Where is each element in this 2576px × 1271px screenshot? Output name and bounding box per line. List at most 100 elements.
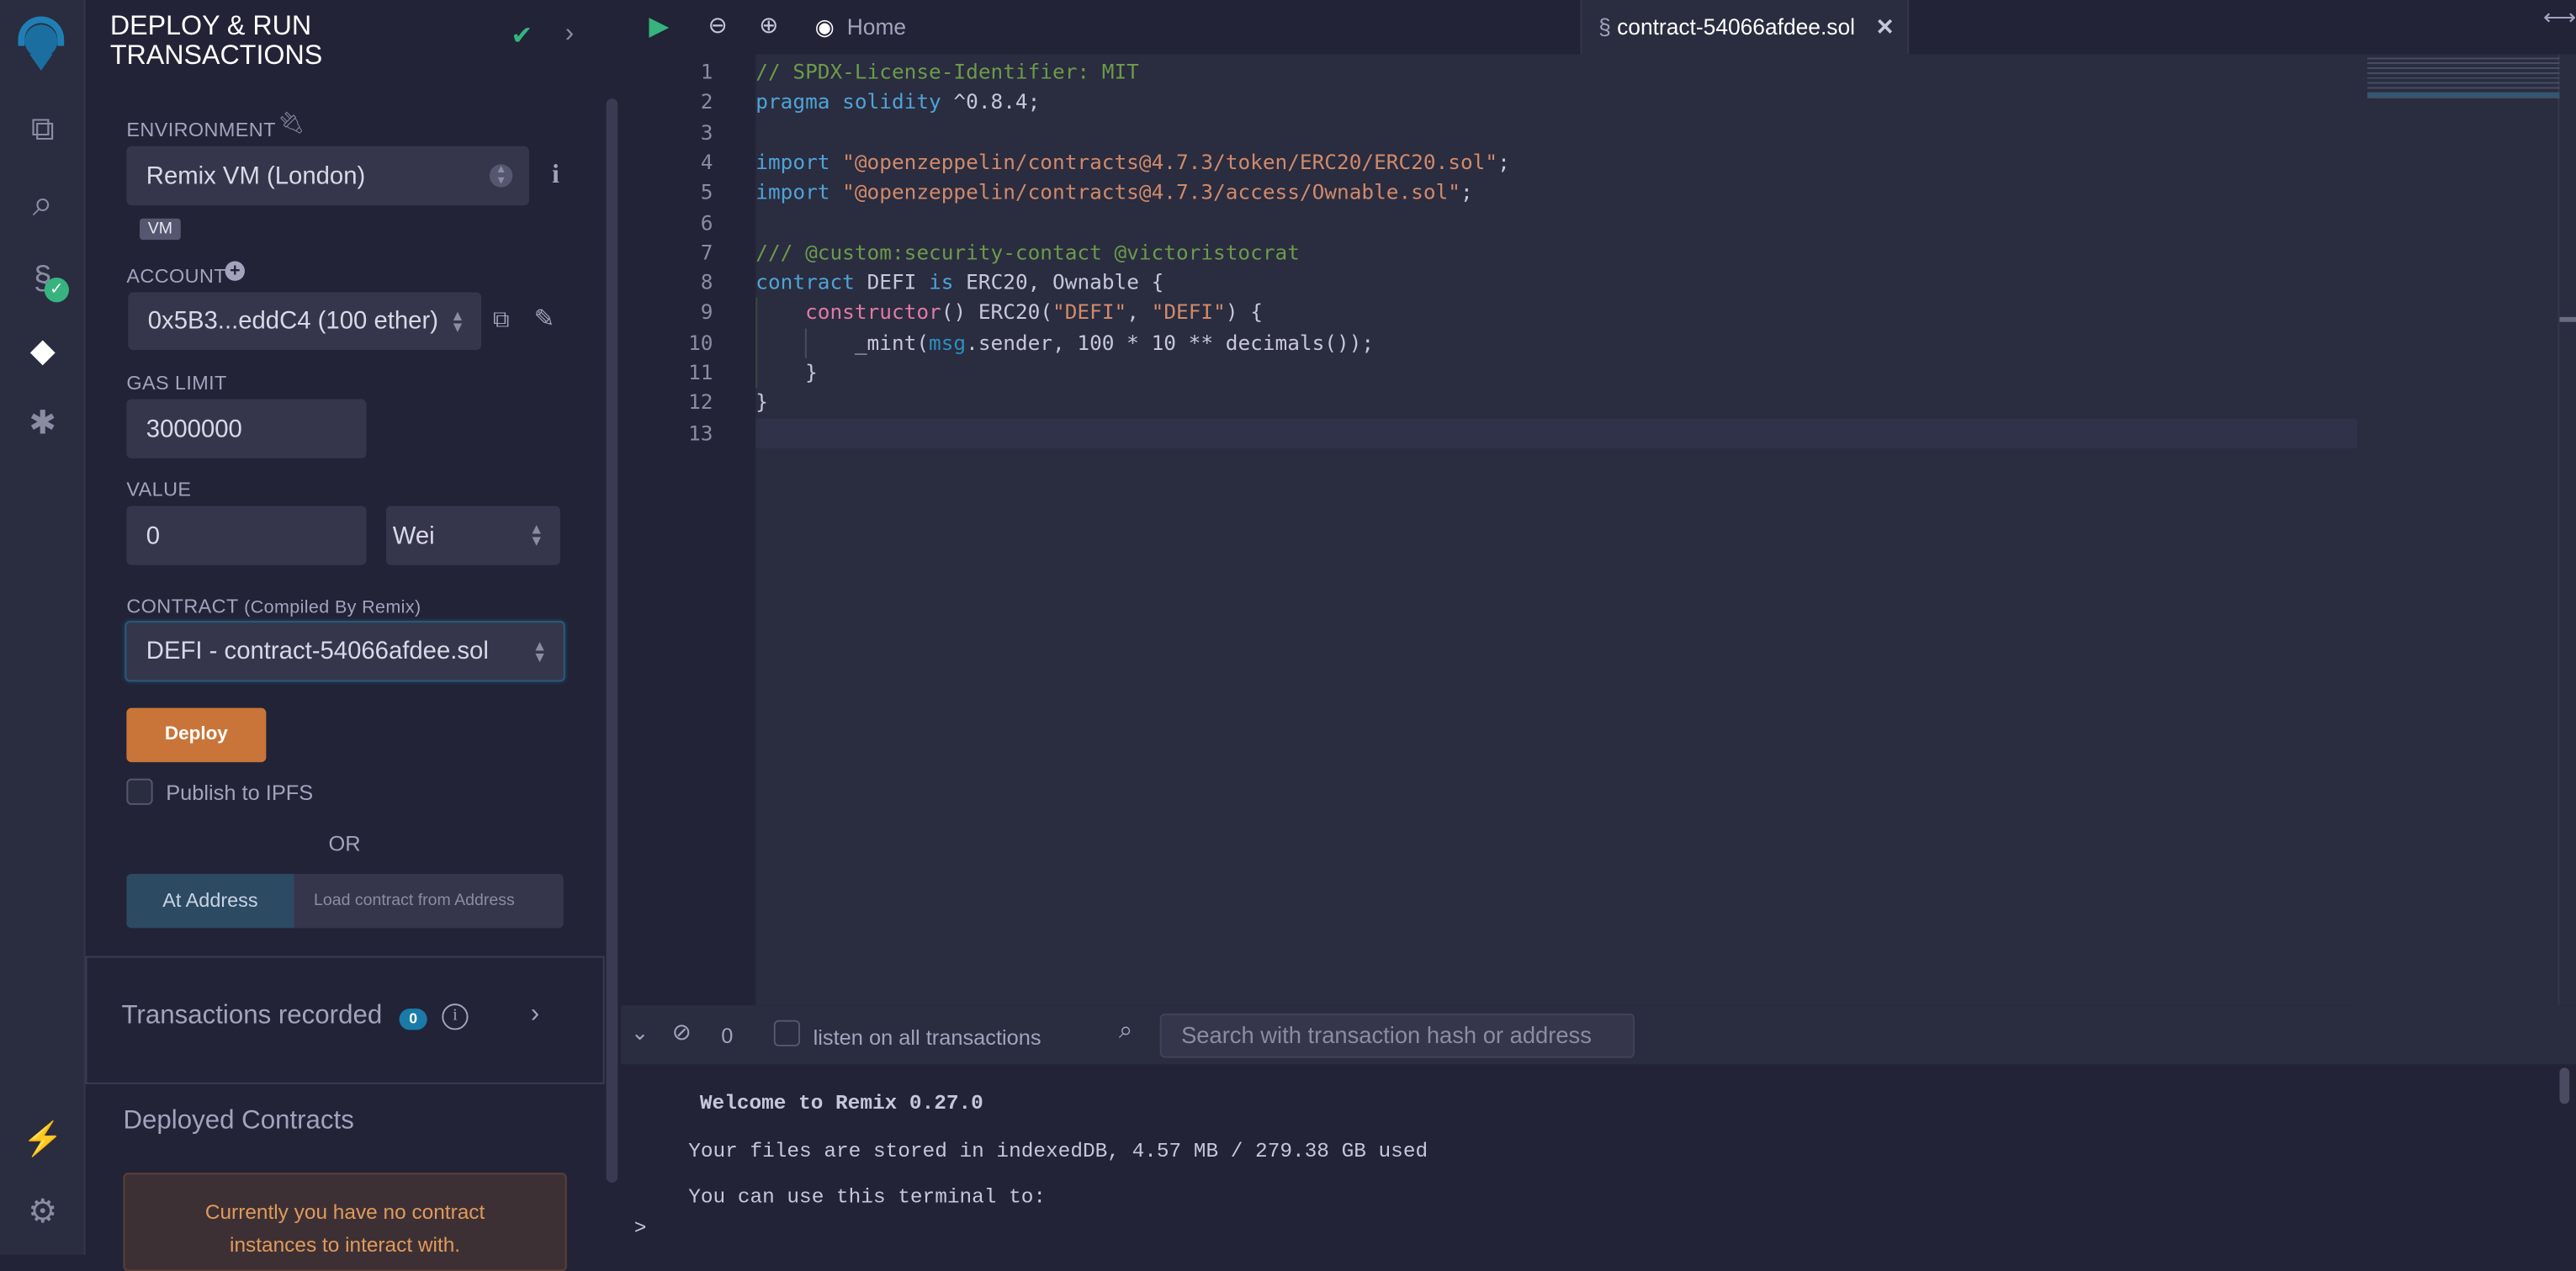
value-input[interactable]: 0 bbox=[126, 506, 367, 565]
value-unit: Wei bbox=[392, 522, 435, 550]
solidity-file-icon: § bbox=[1598, 14, 1611, 40]
select-arrows-icon: ▲ ▼ bbox=[450, 306, 465, 335]
zoom-out-icon[interactable]: ⊖ bbox=[708, 12, 728, 40]
line-number: 12 bbox=[688, 389, 713, 415]
code-line: } bbox=[755, 389, 768, 414]
value-unit-select[interactable]: Wei ▲ ▼ bbox=[385, 506, 560, 565]
select-arrows-icon: ▲ ▼ bbox=[532, 636, 548, 665]
zoom-in-icon[interactable]: ⊕ bbox=[759, 12, 778, 40]
file-explorer-icon[interactable]: ⧉ bbox=[21, 109, 64, 151]
code-token: // SPDX-License-Identifier: MIT bbox=[755, 59, 1139, 84]
select-arrows-icon: ▲ ▼ bbox=[528, 521, 544, 549]
line-number: 4 bbox=[700, 149, 713, 174]
info-circle-icon[interactable]: i bbox=[442, 1004, 469, 1030]
search-icon[interactable]: ⌕ bbox=[21, 183, 64, 225]
at-address-input[interactable]: Load contract from Address bbox=[294, 873, 564, 929]
deploy-button[interactable]: Deploy bbox=[126, 707, 267, 763]
chevron-right-icon[interactable]: › bbox=[531, 1000, 539, 1030]
account-select[interactable]: 0x5B3...eddC4 (100 ether) ▲ ▼ bbox=[128, 292, 482, 350]
panel-scrollbar[interactable] bbox=[606, 98, 618, 1184]
publish-ipfs-label: Publish to IPFS bbox=[166, 780, 314, 805]
code-line: contract DEFI is ERC20, Ownable { bbox=[755, 269, 1163, 294]
chevron-right-icon[interactable]: › bbox=[565, 19, 574, 49]
at-address-button[interactable]: At Address bbox=[126, 873, 294, 929]
line-number: 6 bbox=[700, 209, 713, 235]
value-label: VALUE bbox=[126, 478, 192, 501]
tab-contract-file[interactable]: § contract-54066afdee.sol ✕ bbox=[1580, 0, 1910, 56]
expand-panel-icon[interactable]: ⟷ bbox=[2543, 3, 2576, 31]
settings-gear-icon[interactable]: ⚙ bbox=[21, 1191, 64, 1234]
code-token: is bbox=[929, 269, 954, 294]
debugger-icon[interactable]: ✱ bbox=[21, 402, 64, 445]
code-token: /// @custom:security-contact @victoristo… bbox=[755, 239, 1300, 265]
tab-file-label: contract-54066afdee.sol bbox=[1617, 14, 1855, 40]
code-token: , bbox=[1126, 299, 1152, 325]
code-token: msg bbox=[929, 329, 967, 355]
no-instances-text: Currently you have no contract instances… bbox=[204, 1200, 485, 1257]
plugin-manager-icon[interactable]: ⚡ bbox=[21, 1119, 64, 1162]
no-instances-alert: Currently you have no contract instances… bbox=[123, 1173, 567, 1271]
run-script-icon[interactable]: ▶ bbox=[649, 10, 669, 43]
gas-limit-label: GAS LIMIT bbox=[126, 371, 227, 395]
gas-limit-value: 3000000 bbox=[146, 415, 242, 443]
add-account-icon[interactable]: + bbox=[225, 261, 245, 281]
tx-search-input[interactable]: Search with transaction hash or address bbox=[1159, 1013, 1635, 1058]
environment-select[interactable]: Remix VM (London) ▲ ▼ bbox=[126, 146, 529, 206]
line-number: 13 bbox=[688, 420, 713, 445]
check-icon: ✔ bbox=[511, 23, 533, 51]
terminal-scrollbar[interactable] bbox=[2559, 1067, 2570, 1104]
remix-logo-icon[interactable] bbox=[8, 10, 74, 76]
copy-icon[interactable]: ⧉ bbox=[493, 305, 510, 333]
listen-checkbox[interactable] bbox=[773, 1019, 801, 1046]
contract-select[interactable]: DEFI - contract-54066afdee.sol ▲ ▼ bbox=[125, 621, 565, 682]
compile-success-icon: ✓ bbox=[44, 278, 70, 303]
code-token: } bbox=[755, 359, 818, 384]
tab-home[interactable]: ◉ Home bbox=[815, 0, 907, 54]
tab-home-label: Home bbox=[846, 14, 907, 40]
code-token: "@openzeppelin/contracts@4.7.3/access/Ow… bbox=[830, 179, 1460, 204]
line-number: 1 bbox=[700, 59, 713, 84]
deploy-run-icon[interactable]: ◆ bbox=[21, 331, 64, 373]
code-editor[interactable]: 1 2 3 4 5 6 7 8 9 10 11 12 13 // SPDX-License-Identi… bbox=[621, 54, 2576, 1006]
contract-value: DEFI - contract-54066afdee.sol bbox=[146, 637, 489, 665]
panel-title-line1: DEPLOY & RUN bbox=[109, 11, 312, 41]
gas-limit-input[interactable]: 3000000 bbox=[126, 399, 367, 458]
current-line-highlight bbox=[755, 418, 2358, 449]
line-number: 10 bbox=[688, 329, 713, 355]
code-token: ; bbox=[1460, 179, 1473, 204]
tx-recorded-label: Transactions recorded bbox=[121, 1002, 383, 1030]
code-token: import bbox=[755, 149, 830, 174]
code-token: DEFI bbox=[854, 269, 930, 294]
usage-message-text: You can use this terminal to: bbox=[688, 1185, 1047, 1203]
edit-icon[interactable]: ✎ bbox=[534, 304, 555, 333]
code-token: import bbox=[755, 179, 830, 204]
plug-icon: 🔌︎ bbox=[278, 109, 305, 135]
info-icon[interactable]: i bbox=[552, 161, 559, 190]
vm-badge: VM bbox=[139, 218, 181, 241]
terminal-output[interactable]: Welcome to Remix 0.27.0 Your files are s… bbox=[621, 1064, 2576, 1255]
clear-console-icon[interactable]: ⊘ bbox=[672, 1019, 692, 1046]
line-number: 3 bbox=[700, 119, 713, 145]
publish-ipfs-checkbox[interactable] bbox=[126, 778, 153, 805]
contract-label-text: CONTRACT bbox=[126, 594, 239, 618]
solidity-compiler-icon[interactable]: § ✓ bbox=[21, 258, 70, 303]
code-token: "DEFI" bbox=[1052, 299, 1127, 325]
code-token: "DEFI" bbox=[1151, 299, 1226, 325]
editor-scrollbar[interactable] bbox=[2559, 316, 2576, 322]
tab-bar: ▶ ⊖ ⊕ ◉ Home § contract-54066afdee.sol ✕… bbox=[621, 0, 2576, 56]
contract-label: CONTRACT (Compiled By Remix) bbox=[126, 595, 421, 617]
terminal-prompt[interactable]: > bbox=[634, 1217, 647, 1240]
minimap[interactable] bbox=[2357, 54, 2560, 1006]
code-token: ) { bbox=[1225, 299, 1263, 325]
pending-tx-count: 0 bbox=[721, 1023, 734, 1048]
code-token: _mint( bbox=[755, 329, 930, 355]
usage-message: You can use this terminal to: bbox=[688, 1186, 1046, 1203]
line-number: 9 bbox=[700, 299, 713, 325]
collapse-terminal-icon[interactable]: ⌄ bbox=[631, 1020, 649, 1046]
listen-label: listen on all transactions bbox=[813, 1025, 1042, 1050]
contract-sublabel: (Compiled By Remix) bbox=[244, 597, 421, 618]
transactions-recorded-section[interactable]: Transactions recorded 0 i › bbox=[85, 956, 605, 1084]
or-label: OR bbox=[328, 831, 361, 856]
close-tab-icon[interactable]: ✕ bbox=[1875, 0, 1894, 56]
